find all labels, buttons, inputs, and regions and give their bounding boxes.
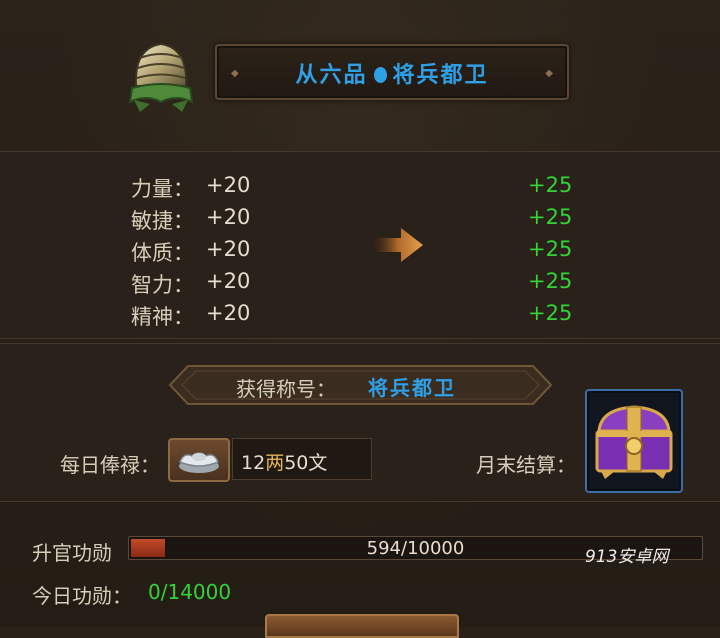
salary-amount-2: 50 [284, 452, 309, 474]
treasure-chest-icon [595, 405, 673, 479]
stat-label: 智力： [131, 273, 194, 297]
stat-next: +25 [528, 173, 573, 197]
silver-ingot-icon [179, 452, 219, 473]
title-panel: 获得称号： 将兵都卫 每日俸禄： 12两50文 月末结算： [0, 343, 720, 502]
rank-position: 将兵都卫 [392, 63, 489, 88]
salary-value: 12两50文 [241, 448, 327, 475]
rank-plate: ◆ 从六品 将兵都卫 ◆ [215, 44, 569, 100]
stats-panel: 力量： +20 +25 敏捷： +20 +25 体质： +20 +25 智力： … [0, 151, 720, 339]
stat-label: 敏捷： [131, 209, 194, 233]
salary-label: 每日俸禄： [60, 453, 160, 477]
salary-unit-1: 两 [265, 452, 285, 474]
promotion-label: 升官功勋 [32, 541, 112, 565]
stat-label: 精神： [131, 305, 194, 329]
salary-unit-2: 文 [308, 452, 328, 474]
stat-label: 体质： [131, 241, 194, 265]
stat-current: +20 [206, 205, 251, 229]
stat-current: +20 [206, 237, 251, 261]
stat-next: +25 [528, 301, 573, 325]
stat-current: +20 [206, 301, 251, 325]
stat-row-constitution: 体质： +20 +25 [0, 233, 720, 265]
salary-value-box: 12两50文 [232, 438, 372, 480]
stat-next: +25 [528, 237, 573, 261]
silver-ingot-button[interactable] [168, 438, 230, 482]
month-end-label: 月末结算： [476, 453, 576, 477]
title-banner [168, 365, 553, 405]
stat-row-spirit: 精神： +20 +25 [0, 297, 720, 329]
salary-amount-1: 12 [241, 452, 266, 474]
watermark: 913安卓网 [585, 547, 669, 567]
separator-dot-icon [373, 67, 387, 83]
today-merit-label: 今日功勋： [32, 584, 132, 608]
ornament-icon: ◆ [545, 68, 553, 79]
action-button[interactable] [265, 614, 459, 638]
arrow-right-icon [373, 228, 423, 262]
stat-row-strength: 力量： +20 +25 [0, 169, 720, 201]
stat-next: +25 [528, 269, 573, 293]
stat-current: +20 [206, 173, 251, 197]
title-value: 将兵都卫 [368, 376, 456, 400]
stat-row-intelligence: 智力： +20 +25 [0, 265, 720, 297]
stat-row-agility: 敏捷： +20 +25 [0, 201, 720, 233]
today-merit-value: 0/14000 [148, 580, 232, 604]
helmet-icon [128, 42, 194, 112]
rank-grade: 从六品 [295, 63, 368, 88]
stat-next: +25 [528, 205, 573, 229]
stat-current: +20 [206, 269, 251, 293]
rank-title: 从六品 将兵都卫 [217, 57, 567, 89]
stat-label: 力量： [131, 177, 194, 201]
treasure-chest-button[interactable] [585, 389, 683, 493]
title-label: 获得称号： [236, 377, 336, 401]
